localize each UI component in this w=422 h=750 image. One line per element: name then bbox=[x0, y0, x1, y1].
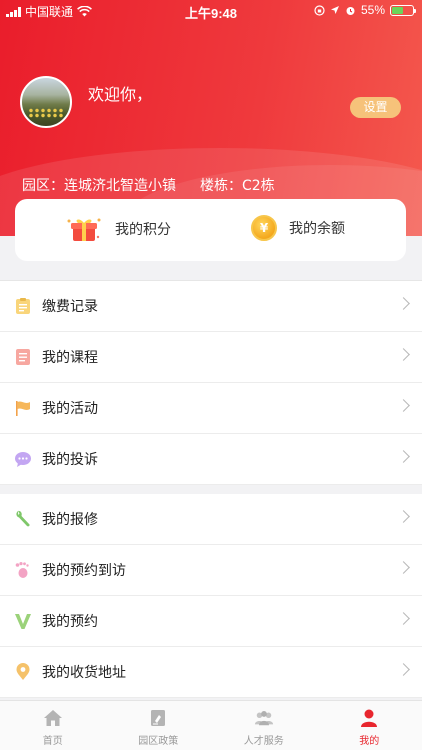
menu-group-account: 缴费记录 我的课程 我的活动 我的投诉 bbox=[0, 280, 422, 485]
coin-icon: ¥ bbox=[251, 215, 277, 241]
tab-label: 首页 bbox=[42, 736, 63, 747]
wrench-icon bbox=[14, 510, 32, 528]
menu-item-my-complaints[interactable]: 我的投诉 bbox=[0, 434, 422, 485]
chat-bubble-icon bbox=[14, 450, 32, 468]
tab-mine[interactable]: 我的 bbox=[317, 701, 422, 750]
welcome-text: 欢迎你， bbox=[88, 85, 153, 104]
v-icon bbox=[14, 612, 32, 630]
menu-item-my-appointments[interactable]: 我的预约 bbox=[0, 596, 422, 647]
battery-icon bbox=[390, 4, 416, 16]
park-info: 园区：连城济北智造小镇 楼栋：C2栋 bbox=[22, 175, 275, 195]
building-name: 楼栋：C2栋 bbox=[200, 178, 275, 194]
document-icon bbox=[14, 348, 32, 366]
menu-item-my-repairs[interactable]: 我的报修 bbox=[0, 494, 422, 545]
people-icon bbox=[254, 708, 274, 728]
chevron-right-icon bbox=[397, 510, 410, 523]
user-icon bbox=[359, 708, 379, 728]
menu-label: 我的课程 bbox=[42, 350, 98, 366]
menu-item-my-activities[interactable]: 我的活动 bbox=[0, 383, 422, 434]
menu-item-shipping-address[interactable]: 我的收货地址 bbox=[0, 647, 422, 698]
status-bar: 中国联通 上午9:48 55% bbox=[0, 0, 422, 22]
gift-box-icon bbox=[65, 215, 103, 243]
bottom-tab-bar: 首页 园区政策 人才服务 我的 bbox=[0, 700, 422, 750]
policy-document-icon bbox=[148, 708, 168, 728]
menu-label: 我的预约 bbox=[42, 614, 98, 630]
my-points-label: 我的积分 bbox=[115, 222, 171, 238]
tab-park-policy[interactable]: 园区政策 bbox=[106, 701, 212, 750]
wallet-card: 我的积分 ¥ 我的余额 bbox=[15, 199, 406, 261]
menu-item-payment-records[interactable]: 缴费记录 bbox=[0, 281, 422, 332]
menu-label: 我的预约到访 bbox=[42, 563, 126, 579]
tab-home[interactable]: 首页 bbox=[0, 701, 106, 750]
location-arrow-icon bbox=[330, 6, 339, 14]
chevron-right-icon bbox=[397, 399, 410, 412]
menu-group-services: 我的报修 我的预约到访 我的预约 我的收货地址 bbox=[0, 494, 422, 698]
menu-label: 缴费记录 bbox=[42, 299, 98, 315]
chevron-right-icon bbox=[397, 663, 410, 676]
location-pin-icon bbox=[14, 663, 32, 681]
menu-item-my-visit-appointments[interactable]: 我的预约到访 bbox=[0, 545, 422, 596]
my-balance-button[interactable]: ¥ 我的余额 bbox=[251, 215, 345, 241]
menu-label: 我的报修 bbox=[42, 512, 98, 528]
clipboard-icon bbox=[14, 297, 32, 315]
tab-label: 园区政策 bbox=[138, 736, 179, 747]
my-balance-label: 我的余额 bbox=[289, 221, 345, 237]
flag-icon bbox=[14, 399, 32, 417]
menu-label: 我的收货地址 bbox=[42, 665, 126, 681]
tab-talent-services[interactable]: 人才服务 bbox=[211, 701, 317, 750]
footprint-icon bbox=[14, 561, 32, 579]
orientation-lock-icon bbox=[314, 4, 325, 16]
home-icon bbox=[43, 708, 63, 728]
my-points-button[interactable]: 我的积分 bbox=[65, 215, 171, 243]
menu-label: 我的活动 bbox=[42, 401, 98, 417]
chevron-right-icon bbox=[397, 297, 410, 310]
menu-label: 我的投诉 bbox=[42, 452, 98, 468]
chevron-right-icon bbox=[397, 561, 410, 574]
park-name: 园区：连城济北智造小镇 bbox=[22, 178, 176, 194]
chevron-right-icon bbox=[397, 612, 410, 625]
chevron-right-icon bbox=[397, 348, 410, 361]
settings-button[interactable]: 设置 bbox=[350, 97, 401, 118]
chevron-right-icon bbox=[397, 450, 410, 463]
battery-percent: 55% bbox=[360, 3, 385, 17]
avatar[interactable] bbox=[20, 76, 72, 128]
tab-label: 人才服务 bbox=[243, 736, 284, 747]
alarm-icon bbox=[346, 6, 355, 15]
menu-item-my-courses[interactable]: 我的课程 bbox=[0, 332, 422, 383]
tab-label: 我的 bbox=[359, 736, 380, 747]
